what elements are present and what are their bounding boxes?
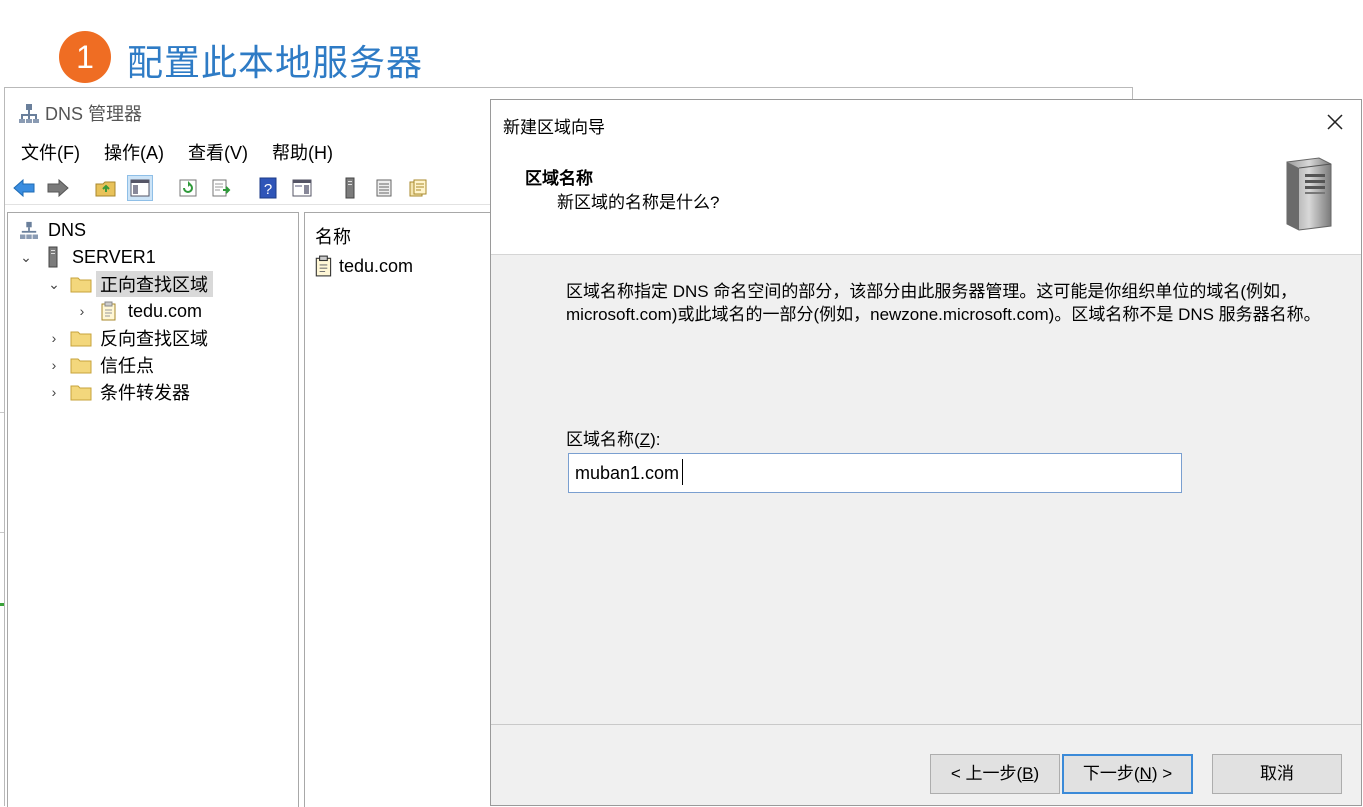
- cancel-button[interactable]: 取消: [1212, 754, 1342, 794]
- window-title-text: DNS 管理器: [45, 104, 143, 124]
- folder-icon: [70, 354, 92, 376]
- folder-icon: [70, 381, 92, 403]
- zone-file-icon: [98, 300, 120, 322]
- results-pane: 名称 tedu.com: [304, 212, 504, 807]
- show-hide-console-tree-icon[interactable]: [127, 175, 153, 201]
- tree-label: 正向查找区域: [96, 271, 213, 297]
- column-header-name[interactable]: 名称: [315, 223, 351, 249]
- zone-name-description: 区域名称指定 DNS 命名空间的部分，该部分由此服务器管理。这可能是你组织单位的…: [566, 282, 1321, 324]
- dialog-title: 新建区域向导: [503, 118, 605, 137]
- zone-file-icon: [315, 255, 332, 277]
- menu-action[interactable]: 操作(A): [92, 140, 176, 166]
- tree-item-tedu-zone[interactable]: › tedu.com: [74, 298, 202, 324]
- next-button-prefix: 下一步(: [1082, 764, 1140, 783]
- folder-icon: [70, 327, 92, 349]
- button-area-divider: [491, 724, 1361, 725]
- server-icon: [42, 246, 64, 268]
- text-cursor: [682, 459, 683, 485]
- dns-manager-icon: [19, 104, 39, 123]
- tree-label: 信任点: [100, 356, 154, 376]
- new-zone-wizard-dialog: 新建区域向导 区域名称 新区域的名称是什么? 区域名称指定 DNS 命名空间的部…: [490, 99, 1362, 806]
- help-icon[interactable]: ?: [255, 175, 281, 201]
- list-view-icon[interactable]: [371, 175, 397, 201]
- tree-item-reverse-lookup-zones[interactable]: › 反向查找区域: [46, 325, 208, 351]
- forward-arrow-icon[interactable]: [45, 175, 71, 201]
- tree-item-forward-lookup-zones[interactable]: ⌄ 正向查找区域: [46, 271, 213, 297]
- zone-name-input[interactable]: [568, 453, 1182, 493]
- tree-label: 条件转发器: [100, 383, 190, 403]
- server-icon[interactable]: [337, 175, 363, 201]
- tree-item-conditional-forwarders[interactable]: › 条件转发器: [46, 379, 190, 405]
- tree-label: DNS: [48, 219, 87, 240]
- chevron-right-icon[interactable]: ›: [46, 384, 62, 400]
- tree-item-server1[interactable]: ⌄ SERVER1: [18, 244, 156, 270]
- zone-name-label-suffix: ):: [650, 430, 661, 449]
- tree-label: 反向查找区域: [100, 329, 208, 349]
- close-icon[interactable]: [1323, 110, 1347, 134]
- window-title: DNS 管理器: [19, 100, 142, 126]
- export-list-icon[interactable]: [209, 175, 235, 201]
- refresh-icon[interactable]: [175, 175, 201, 201]
- chevron-right-icon[interactable]: ›: [74, 303, 90, 319]
- step-number-badge: 1: [59, 31, 111, 83]
- chevron-down-icon[interactable]: ⌄: [46, 276, 62, 293]
- wizard-page-subtitle: 新区域的名称是什么?: [557, 193, 720, 212]
- tree-item-dns[interactable]: DNS: [18, 217, 86, 243]
- menu-view[interactable]: 查看(V): [176, 140, 260, 166]
- back-button-prefix: < 上一步(: [950, 764, 1023, 783]
- dns-icon: [18, 219, 40, 241]
- console-tree: DNS ⌄ SERVER1 ⌄ 正向查找区域 › tedu.com › 反向查找…: [7, 212, 299, 807]
- back-button[interactable]: < 上一步(B): [930, 754, 1060, 794]
- back-arrow-icon[interactable]: [11, 175, 37, 201]
- zone-name-accelerator-key: Z: [639, 430, 651, 449]
- svg-text:?: ?: [264, 181, 272, 198]
- menu-file[interactable]: 文件(F): [5, 140, 92, 166]
- tree-label: tedu.com: [128, 300, 203, 321]
- wizard-header: 区域名称 新区域的名称是什么?: [491, 146, 1361, 255]
- list-item-label: tedu.com: [339, 255, 414, 276]
- chevron-right-icon[interactable]: ›: [46, 357, 62, 373]
- back-button-suffix: ): [1033, 764, 1040, 783]
- show-action-pane-icon[interactable]: [289, 175, 315, 201]
- server-tower-icon: [1286, 157, 1332, 231]
- menu-help[interactable]: 帮助(H): [260, 140, 345, 166]
- tree-item-trust-points[interactable]: › 信任点: [46, 352, 154, 378]
- chevron-down-icon[interactable]: ⌄: [18, 249, 34, 266]
- wizard-page-title: 区域名称: [525, 169, 593, 188]
- next-button[interactable]: 下一步(N) >: [1062, 754, 1193, 794]
- slide-title: 配置此本地服务器: [127, 42, 424, 83]
- tree-label: SERVER1: [72, 246, 156, 267]
- chevron-right-icon[interactable]: ›: [46, 330, 62, 346]
- menu-bar: 文件(F) 操作(A) 查看(V) 帮助(H): [5, 140, 345, 166]
- zone-name-label-prefix: 区域名称(: [566, 430, 640, 449]
- folder-icon: [70, 273, 92, 295]
- up-folder-icon[interactable]: [93, 175, 119, 201]
- properties-icon[interactable]: [405, 175, 431, 201]
- zone-name-label: 区域名称(Z):: [566, 425, 660, 450]
- next-button-suffix: ) >: [1151, 764, 1173, 783]
- back-button-key: B: [1022, 764, 1034, 783]
- dialog-title-bar: 新建区域向导: [491, 100, 1361, 146]
- list-item[interactable]: tedu.com: [313, 255, 413, 277]
- next-button-key: N: [1139, 764, 1152, 783]
